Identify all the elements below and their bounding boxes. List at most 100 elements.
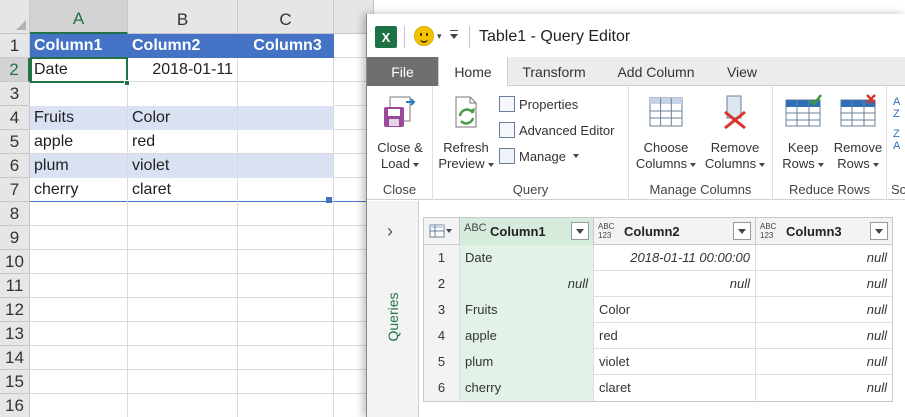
cell[interactable] bbox=[30, 346, 128, 370]
cell[interactable]: red bbox=[594, 323, 756, 349]
cell[interactable] bbox=[30, 250, 128, 274]
cell[interactable] bbox=[238, 130, 334, 154]
cell[interactable] bbox=[238, 250, 334, 274]
filter-dropdown-button[interactable] bbox=[571, 222, 589, 240]
advanced-editor-button[interactable]: Advanced Editor bbox=[499, 122, 614, 138]
cell[interactable]: null bbox=[460, 271, 594, 297]
row-number[interactable]: 6 bbox=[424, 375, 460, 401]
cell[interactable] bbox=[30, 298, 128, 322]
row-header[interactable]: 9 bbox=[0, 226, 30, 250]
cell[interactable]: null bbox=[756, 297, 892, 323]
cell[interactable]: Column2 bbox=[128, 34, 238, 58]
cell[interactable] bbox=[238, 394, 334, 417]
cell[interactable] bbox=[30, 370, 128, 394]
row-header[interactable]: 15 bbox=[0, 370, 30, 394]
cell[interactable]: Date bbox=[460, 245, 594, 271]
column-header-column2[interactable]: ABC 123 Column2 bbox=[594, 218, 756, 245]
cell[interactable]: 2018-01-11 bbox=[128, 58, 238, 82]
row-header[interactable]: 16 bbox=[0, 394, 30, 417]
row-header[interactable]: 4 bbox=[0, 106, 30, 130]
cell[interactable]: null bbox=[756, 323, 892, 349]
cell[interactable] bbox=[128, 274, 238, 298]
table-resize-handle[interactable] bbox=[326, 197, 332, 203]
refresh-preview-button[interactable]: Refresh Preview bbox=[437, 94, 495, 172]
cell[interactable] bbox=[30, 322, 128, 346]
table-menu-button[interactable] bbox=[424, 218, 460, 245]
chevron-down-icon[interactable]: ▾ bbox=[437, 31, 442, 42]
cell[interactable]: Color bbox=[128, 106, 238, 130]
remove-columns-button[interactable]: Remove Columns bbox=[701, 94, 769, 172]
tab-add-column[interactable]: Add Column bbox=[600, 57, 712, 86]
cell[interactable]: plum bbox=[30, 154, 128, 178]
manage-button[interactable]: Manage bbox=[499, 148, 579, 164]
column-header-column1[interactable]: ABC Column1 bbox=[460, 218, 594, 245]
row-header[interactable]: 10 bbox=[0, 250, 30, 274]
cell[interactable]: claret bbox=[594, 375, 756, 401]
sort-descending-icon[interactable]: ZA bbox=[893, 128, 900, 152]
properties-button[interactable]: Properties bbox=[499, 96, 578, 112]
select-all-corner[interactable] bbox=[0, 0, 30, 34]
row-number[interactable]: 1 bbox=[424, 245, 460, 271]
cell[interactable] bbox=[238, 82, 334, 106]
row-header[interactable]: 12 bbox=[0, 298, 30, 322]
column-header-column3[interactable]: ABC 123 Column3 bbox=[756, 218, 892, 245]
row-header[interactable]: 1 bbox=[0, 34, 30, 58]
cell[interactable] bbox=[30, 274, 128, 298]
cell[interactable] bbox=[238, 370, 334, 394]
column-header-a[interactable]: A bbox=[30, 0, 128, 34]
column-header-c[interactable]: C bbox=[238, 0, 334, 34]
cell[interactable] bbox=[238, 202, 334, 226]
sort-ascending-icon[interactable]: AZ bbox=[893, 96, 900, 120]
cell[interactable] bbox=[238, 322, 334, 346]
tab-file[interactable]: File bbox=[367, 57, 438, 86]
tab-view[interactable]: View bbox=[712, 57, 772, 86]
cell[interactable]: Color bbox=[594, 297, 756, 323]
cell[interactable] bbox=[128, 298, 238, 322]
cell[interactable] bbox=[128, 250, 238, 274]
tab-transform[interactable]: Transform bbox=[508, 57, 600, 86]
chevron-right-icon[interactable]: › bbox=[387, 221, 393, 242]
cell[interactable]: null bbox=[756, 271, 892, 297]
row-number[interactable]: 3 bbox=[424, 297, 460, 323]
cell[interactable]: Fruits bbox=[30, 106, 128, 130]
cell[interactable]: violet bbox=[594, 349, 756, 375]
cell[interactable] bbox=[30, 202, 128, 226]
cell[interactable] bbox=[30, 226, 128, 250]
cell[interactable] bbox=[128, 226, 238, 250]
row-header[interactable]: 11 bbox=[0, 274, 30, 298]
cell[interactable]: plum bbox=[460, 349, 594, 375]
row-header[interactable]: 13 bbox=[0, 322, 30, 346]
cell[interactable]: Column1 bbox=[30, 34, 128, 58]
cell[interactable] bbox=[238, 106, 334, 130]
cell[interactable]: violet bbox=[128, 154, 238, 178]
remove-rows-button[interactable]: Remove Rows bbox=[829, 94, 887, 172]
cell[interactable]: apple bbox=[460, 323, 594, 349]
fill-handle[interactable] bbox=[124, 80, 130, 86]
cell[interactable] bbox=[128, 202, 238, 226]
cell[interactable] bbox=[238, 58, 334, 82]
cell[interactable] bbox=[128, 370, 238, 394]
cell[interactable] bbox=[238, 154, 334, 178]
close-and-load-button[interactable]: Close & Load bbox=[371, 94, 429, 172]
row-header[interactable]: 5 bbox=[0, 130, 30, 154]
cell[interactable]: cherry bbox=[30, 178, 128, 202]
cell[interactable]: Column3 bbox=[238, 34, 334, 58]
row-header[interactable]: 3 bbox=[0, 82, 30, 106]
customize-toolbar-icon[interactable] bbox=[450, 30, 458, 40]
cell[interactable]: red bbox=[128, 130, 238, 154]
smiley-feedback-icon[interactable] bbox=[414, 26, 434, 46]
column-header-b[interactable]: B bbox=[128, 0, 238, 34]
cell[interactable] bbox=[128, 322, 238, 346]
cell[interactable]: apple bbox=[30, 130, 128, 154]
choose-columns-button[interactable]: Choose Columns bbox=[633, 94, 699, 172]
queries-pane-label[interactable]: Queries bbox=[385, 292, 401, 341]
cell[interactable]: null bbox=[594, 271, 756, 297]
cell[interactable]: null bbox=[756, 349, 892, 375]
tab-home[interactable]: Home bbox=[438, 57, 508, 87]
cell[interactable]: null bbox=[756, 375, 892, 401]
row-number[interactable]: 4 bbox=[424, 323, 460, 349]
cell[interactable] bbox=[238, 274, 334, 298]
cell[interactable] bbox=[238, 346, 334, 370]
cell[interactable] bbox=[238, 298, 334, 322]
row-header[interactable]: 8 bbox=[0, 202, 30, 226]
